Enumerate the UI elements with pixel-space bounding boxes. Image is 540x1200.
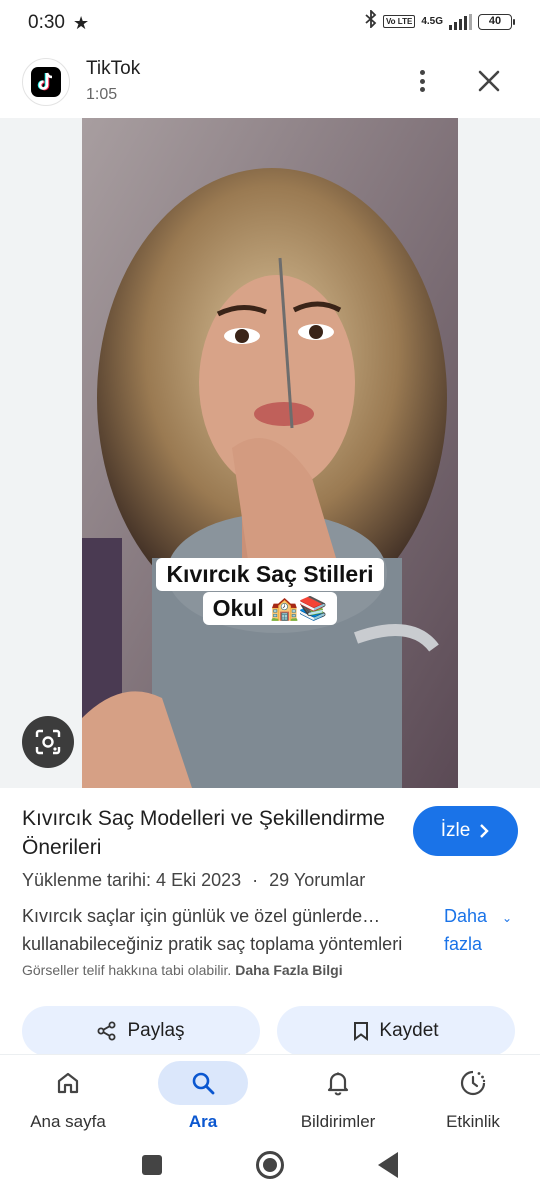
caption-line-2: Okul 🏫📚 (202, 592, 338, 625)
bottom-navigation: Ana sayfa Ara Bildirimler Etkinlik (0, 1054, 540, 1142)
close-icon[interactable] (474, 66, 504, 96)
recent-apps-icon[interactable] (142, 1155, 162, 1175)
video-duration: 1:05 (86, 86, 118, 103)
star-icon: ★ (72, 12, 90, 33)
copyright-text: Görseller telif hakkına tabi olabilir. (22, 962, 232, 978)
chevron-right-icon (480, 824, 489, 838)
copyright-notice: Görseller telif hakkına tabi olabilir. D… (22, 962, 343, 978)
nav-notifications-label: Bildirimler (300, 1112, 376, 1131)
watch-button[interactable]: İzle (413, 806, 518, 856)
nav-search[interactable]: Ara (143, 1055, 263, 1143)
watch-label: İzle (440, 820, 471, 841)
back-icon[interactable] (378, 1152, 398, 1178)
share-icon (97, 1021, 116, 1041)
result-header: TikTok 1:05 (0, 46, 540, 118)
result-meta: Yüklenme tarihi: 4 Eki 2023 · 29 Yorumla… (22, 870, 365, 891)
activity-icon (428, 1061, 518, 1105)
upload-date: Yüklenme tarihi: 4 Eki 2023 (22, 870, 242, 890)
source-title: TikTok (86, 58, 141, 79)
status-icons: Vo LTE 4.5G 40 (365, 8, 515, 33)
bookmark-icon (354, 1022, 369, 1041)
nav-notifications[interactable]: Bildirimler (278, 1055, 398, 1143)
status-bar: 0:30 ★ Vo LTE 4.5G 40 (0, 0, 540, 46)
lens-icon (35, 729, 61, 755)
meta-separator: · (252, 870, 259, 890)
tiktok-logo-icon (22, 58, 70, 106)
save-label: Kaydet (379, 1020, 439, 1041)
caption-line-1: Kıvırcık Saç Stilleri (156, 558, 384, 591)
signal-icon (449, 13, 472, 30)
nav-activity-label: Etkinlik (446, 1112, 500, 1131)
nav-home[interactable]: Ana sayfa (8, 1055, 128, 1143)
volte-badge: Vo LTE (382, 15, 416, 28)
result-title[interactable]: Kıvırcık Saç Modelleri ve Şekillendirme … (22, 804, 392, 862)
result-description: Kıvırcık saçlar için günlük ve özel günl… (22, 906, 403, 954)
more-label: Daha fazla (444, 906, 488, 954)
chevron-down-icon: ⌄ (502, 911, 513, 925)
bell-icon (293, 1061, 383, 1105)
home-button-icon[interactable] (256, 1151, 284, 1179)
network-type: 4.5G (421, 15, 443, 27)
status-time: 0:30 (28, 12, 65, 33)
home-icon (23, 1061, 113, 1105)
nav-activity[interactable]: Etkinlik (413, 1055, 533, 1143)
save-button[interactable]: Kaydet (277, 1006, 515, 1056)
share-label: Paylaş (127, 1020, 185, 1041)
bluetooth-icon (365, 8, 377, 33)
system-navigation-bar (0, 1142, 540, 1200)
video-thumbnail[interactable]: Kıvırcık Saç Stilleri Okul 🏫📚 (82, 118, 458, 788)
nav-home-label: Ana sayfa (30, 1112, 106, 1131)
battery-icon: 40 (478, 13, 515, 30)
learn-more-link[interactable]: Daha Fazla Bilgi (235, 962, 342, 978)
more-options-icon[interactable] (408, 66, 436, 96)
search-icon (158, 1061, 248, 1105)
media-preview: Kıvırcık Saç Stilleri Okul 🏫📚 (0, 118, 540, 788)
comment-count: 29 Yorumlar (269, 870, 366, 890)
more-button[interactable]: Daha fazla ⌄ (444, 902, 524, 958)
share-button[interactable]: Paylaş (22, 1006, 260, 1056)
lens-search-button[interactable] (22, 716, 74, 768)
nav-search-label: Ara (188, 1112, 218, 1131)
